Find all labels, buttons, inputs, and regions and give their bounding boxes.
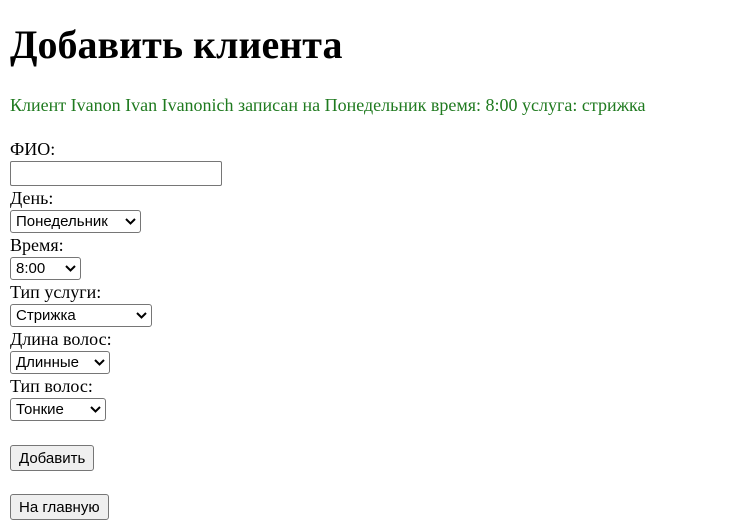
page-title: Добавить клиента [10,22,343,67]
chevron-down-icon [64,263,76,275]
hair-length-select[interactable]: Длинные [10,351,110,374]
home-button[interactable]: На главную [10,494,109,520]
chevron-down-icon [124,216,136,228]
fio-label: ФИО: [10,139,56,159]
service-type-label: Тип услуги: [10,282,102,302]
fio-input[interactable] [10,161,222,186]
service-type-select[interactable]: Стрижка [10,304,152,327]
time-select-value: 8:00 [16,260,46,277]
service-type-select-value: Стрижка [16,307,76,324]
hair-length-select-value: Длинные [16,354,79,371]
chevron-down-icon [93,357,105,369]
chevron-down-icon [135,310,147,322]
time-select[interactable]: 8:00 [10,257,81,280]
time-label: Время: [10,235,64,255]
add-client-button[interactable]: Добавить [10,445,95,471]
day-label: День: [10,188,54,208]
hair-type-select-value: Тонкие [16,401,64,418]
day-select[interactable]: Понедельник [10,210,141,233]
hair-type-label: Тип волос: [10,376,93,396]
day-select-value: Понедельник [16,213,108,230]
status-message: Клиент Ivanon Ivan Ivanonich записан на … [10,95,646,115]
chevron-down-icon [89,404,101,416]
hair-type-select[interactable]: Тонкие [10,398,106,421]
hair-length-label: Длина волос: [10,329,112,349]
